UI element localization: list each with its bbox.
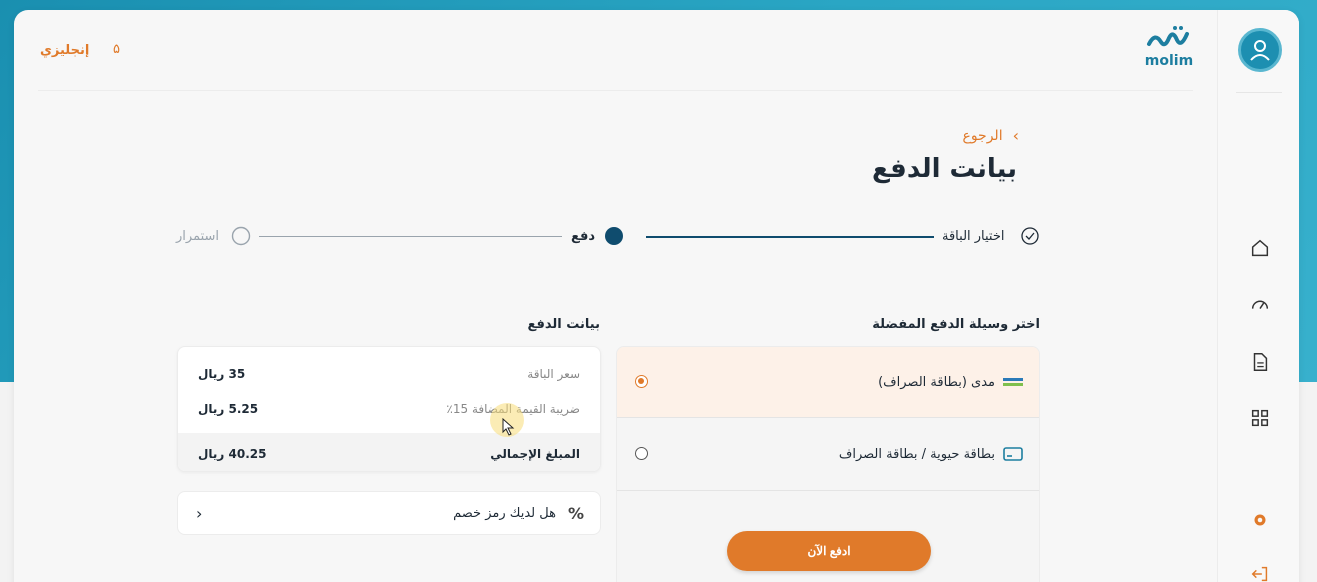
avatar[interactable] [1238,28,1282,72]
pay-now-button[interactable]: ادفع الآن [727,531,931,571]
payment-methods-title: اختر وسيلة الدفع المفضلة [872,317,1040,332]
side-rail [1217,10,1299,582]
credit-card-icon [1003,447,1023,461]
current-step-icon [605,227,623,245]
page-title: بيانت الدفع [872,154,1017,184]
bell-icon[interactable]: ۵ [113,42,120,57]
step-1-label: اختيار الباقة [942,229,1005,244]
chevron-right-icon: › [1012,126,1019,145]
total-label: المبلغ الإجمالي [490,447,580,461]
mada-card-icon [1003,375,1023,389]
molim-logo[interactable]: molim [1141,24,1197,76]
method-card[interactable]: بطاقة حيوية / بطاقة الصراف [617,419,1039,489]
summary-row-total: المبلغ الإجمالي 40.25 ريال [198,447,580,461]
gear-icon[interactable] [1248,508,1272,532]
grid-icon[interactable] [1248,406,1272,430]
user-icon [1250,40,1270,61]
pending-step-icon [231,226,251,246]
top-header: إنجليزي ۵ molim [14,10,1217,91]
method-mada-radio[interactable] [635,375,648,388]
rail-divider [1236,92,1282,93]
step-line-1 [646,236,934,238]
summary-title: بيانت الدفع [527,317,600,332]
mouse-cursor-icon [502,418,515,436]
total-value: 40.25 ريال [198,447,267,461]
language-switch[interactable]: إنجليزي [40,43,89,58]
check-circle-icon [1021,227,1039,245]
price-value: 35 ريال [198,367,246,381]
speedometer-icon[interactable] [1248,292,1272,316]
chevron-left-icon: ‹ [196,504,203,523]
logo-word: molim [1144,53,1194,69]
step-2-label: دفع [571,229,596,244]
logout-icon[interactable] [1248,562,1272,582]
coupon-label: هل لديك رمز خصم [453,505,556,521]
method-mada[interactable]: مدى (بطاقة الصراف) [617,347,1039,417]
back-label: الرجوع [962,127,1003,144]
summary-row-price: سعر الباقة 35 ريال [198,367,580,381]
price-label: سعر الباقة [527,367,580,381]
method-divider [617,417,1039,418]
payment-methods-panel: مدى (بطاقة الصراف) بطاقة حيوية / بطاقة ا… [616,346,1040,582]
step-line-2 [259,236,562,237]
logo-mark-icon [1147,26,1189,47]
back-link[interactable]: › الرجوع [962,126,1019,145]
step-3-label: استمرار [176,229,220,244]
header-divider [38,90,1193,91]
vat-value: 5.25 ريال [198,402,259,416]
app-window: إنجليزي ۵ molim › الرجوع بيانت الدفع اخت… [14,10,1299,582]
payment-summary-card: سعر الباقة 35 ريال ضريبة القيمة المضافة … [177,346,601,472]
method-divider [617,490,1039,491]
percent-icon: % [567,503,584,523]
method-card-label: بطاقة حيوية / بطاقة الصراف [838,446,995,462]
method-card-radio[interactable] [635,447,648,460]
document-icon[interactable] [1248,350,1272,374]
coupon-row[interactable]: % هل لديك رمز خصم ‹ [177,491,601,535]
home-icon[interactable] [1248,236,1272,260]
method-mada-label: مدى (بطاقة الصراف) [878,374,995,390]
